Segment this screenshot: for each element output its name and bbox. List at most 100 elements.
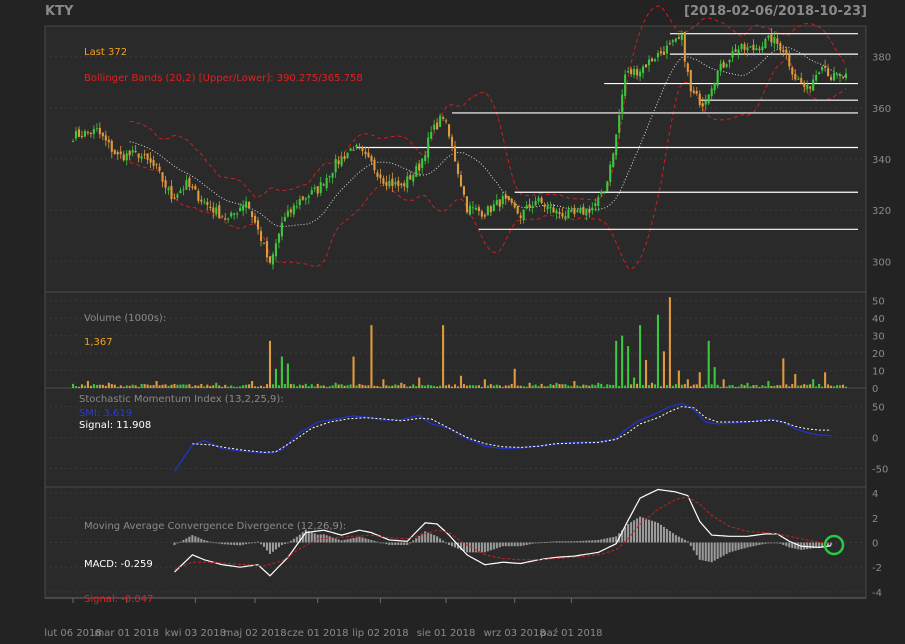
volume-bar bbox=[110, 384, 113, 388]
macd-histogram-bar bbox=[564, 541, 567, 543]
candle-body bbox=[149, 158, 152, 163]
macd-histogram-bar bbox=[636, 518, 639, 543]
volume-bar bbox=[310, 384, 313, 388]
macd-histogram-bar bbox=[245, 542, 248, 545]
candle-body bbox=[558, 212, 561, 214]
volume-bar bbox=[471, 385, 474, 388]
candle-body bbox=[352, 149, 355, 151]
candle-body bbox=[806, 84, 809, 89]
volume-bar bbox=[379, 386, 382, 388]
volume-bar bbox=[391, 385, 394, 388]
candle-body bbox=[301, 196, 304, 200]
volume-bar bbox=[143, 384, 146, 388]
volume-bar bbox=[767, 381, 770, 388]
candle-body bbox=[665, 45, 668, 54]
macd-histogram-bar bbox=[450, 542, 454, 547]
candle-body bbox=[671, 40, 674, 43]
volume-bar bbox=[188, 384, 191, 388]
volume-bar bbox=[436, 386, 439, 388]
candle-body bbox=[400, 183, 403, 186]
macd-histogram-bar bbox=[788, 542, 791, 548]
volume-bar bbox=[140, 383, 143, 388]
volume-bar bbox=[328, 386, 331, 388]
candle-body bbox=[236, 213, 239, 215]
candle-body bbox=[570, 209, 573, 213]
candle-body bbox=[439, 115, 442, 127]
macd-histogram-bar bbox=[397, 542, 400, 545]
volume-bar bbox=[134, 385, 137, 388]
macd-histogram-bar bbox=[489, 542, 492, 551]
macd-histogram-bar bbox=[477, 542, 480, 553]
macd-histogram-bar bbox=[570, 541, 573, 543]
macd-histogram-bar bbox=[239, 542, 242, 546]
candle-body bbox=[534, 200, 537, 206]
volume-bar bbox=[707, 340, 710, 388]
volume-bar bbox=[191, 386, 194, 388]
volume-bar bbox=[818, 383, 821, 388]
macd-histogram-bar bbox=[259, 542, 263, 545]
macd-histogram-bar bbox=[355, 537, 358, 543]
macd-histogram-bar bbox=[683, 539, 686, 543]
candle-body bbox=[764, 39, 767, 49]
candle-body bbox=[433, 124, 436, 130]
candle-body bbox=[448, 124, 451, 137]
volume-bar bbox=[734, 386, 737, 388]
candle-body bbox=[197, 190, 200, 201]
macd-tick-label: 2 bbox=[872, 514, 878, 525]
volume-bar bbox=[155, 381, 158, 388]
candle-body bbox=[516, 205, 519, 214]
volume-bar bbox=[322, 385, 325, 388]
candle-body bbox=[785, 49, 788, 56]
macd-histogram-bar bbox=[346, 539, 349, 543]
candle-body bbox=[844, 73, 848, 78]
volume-bar bbox=[677, 370, 680, 388]
volume-bar bbox=[489, 384, 492, 388]
volume-bar bbox=[558, 384, 561, 388]
volume-bar bbox=[803, 384, 806, 388]
candle-body bbox=[540, 197, 543, 203]
candle-body bbox=[525, 205, 528, 209]
candle-body bbox=[609, 164, 612, 182]
x-tick-label: maj 02 2018 bbox=[223, 628, 286, 639]
candle-body bbox=[394, 182, 397, 185]
macd-histogram-bar bbox=[534, 542, 537, 544]
x-tick-label: lut 06 2018 bbox=[44, 628, 102, 639]
volume-bar bbox=[836, 385, 839, 388]
candle-body bbox=[316, 186, 319, 194]
macd-histogram-bar bbox=[656, 522, 660, 543]
volume-bar bbox=[486, 385, 489, 388]
volume-bar bbox=[624, 385, 627, 388]
volume-bar bbox=[409, 386, 412, 388]
macd-histogram-bar bbox=[382, 542, 385, 544]
candle-body bbox=[453, 145, 457, 162]
macd-histogram-bar bbox=[755, 542, 758, 546]
macd-histogram-bar bbox=[254, 542, 257, 544]
volume-bar bbox=[95, 384, 98, 388]
volume-bar bbox=[546, 386, 549, 388]
volume-bar bbox=[594, 385, 597, 388]
candle-body bbox=[104, 135, 107, 141]
volume-bar bbox=[251, 381, 254, 388]
macd-histogram-bar bbox=[698, 542, 701, 560]
macd-histogram-bar bbox=[358, 536, 361, 543]
candle-body bbox=[495, 200, 498, 206]
volume-bar bbox=[433, 385, 436, 388]
candle-body bbox=[176, 194, 179, 198]
macd-histogram-bar bbox=[280, 542, 283, 545]
macd-histogram-bar bbox=[337, 539, 340, 543]
macd-histogram-bar bbox=[349, 538, 352, 543]
volume-bar bbox=[301, 385, 304, 388]
volume-bar bbox=[421, 385, 424, 388]
macd-histogram-bar bbox=[558, 541, 561, 543]
macd-histogram-bar bbox=[361, 537, 364, 543]
candle-body bbox=[838, 74, 842, 77]
candle-body bbox=[468, 205, 471, 215]
candle-body bbox=[188, 178, 191, 187]
macd-histogram-bar bbox=[689, 542, 692, 546]
volume-bar bbox=[394, 384, 397, 388]
candle-body bbox=[182, 189, 185, 191]
candle-body bbox=[256, 220, 260, 230]
candle-body bbox=[179, 190, 182, 194]
candle-body bbox=[137, 153, 140, 158]
volume-bar bbox=[137, 386, 140, 388]
